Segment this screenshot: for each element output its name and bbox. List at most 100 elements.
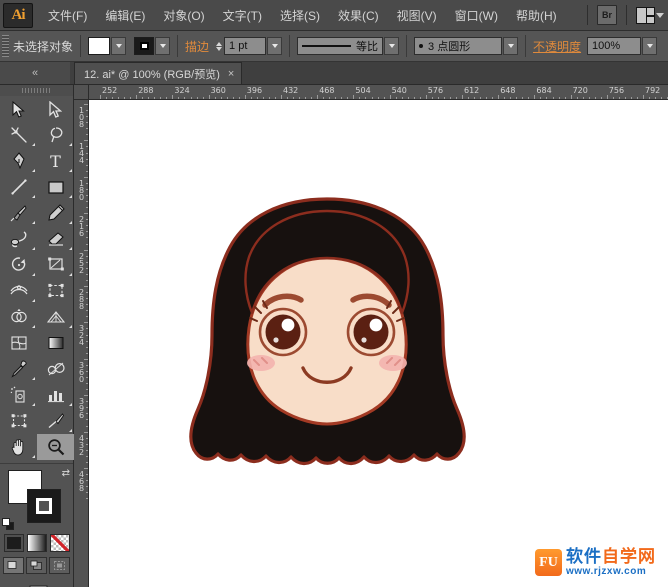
type-tool[interactable]: T (37, 148, 74, 174)
fill-color-swatch[interactable] (88, 37, 110, 55)
width-tool[interactable] (0, 278, 37, 304)
stroke-weight-dropdown-button[interactable] (267, 37, 282, 55)
ruler-minor-tick (227, 97, 228, 99)
brush-preview-icon (419, 44, 423, 48)
selection-tool[interactable] (0, 96, 37, 122)
brush-definition-dropdown-button[interactable] (503, 37, 518, 55)
fill-dropdown-button[interactable] (111, 37, 126, 55)
vertical-ruler[interactable]: 108144180216252288324360396432468 (74, 100, 89, 587)
bridge-button[interactable]: Br (597, 5, 617, 25)
gradient-mode-button[interactable] (27, 534, 47, 552)
menu-file[interactable]: 文件(F) (39, 3, 96, 28)
close-icon[interactable]: × (228, 68, 234, 80)
artwork-cartoon-girl-face[interactable] (177, 195, 477, 475)
none-mode-button[interactable] (50, 534, 70, 552)
stroke-profile-select[interactable]: 等比 (297, 37, 383, 55)
ruler-minor-tick (166, 97, 167, 99)
pencil-tool[interactable] (37, 200, 74, 226)
menu-object[interactable]: 对象(O) (154, 3, 213, 28)
panel-collapse-button[interactable]: « (0, 62, 70, 84)
tool-flyout-indicator (32, 169, 35, 172)
ruler-origin-corner[interactable] (74, 85, 89, 100)
menu-help[interactable]: 帮助(H) (507, 3, 566, 28)
stroke-color-swatch[interactable] (134, 37, 154, 55)
ruler-minor-tick (197, 97, 198, 99)
change-screen-mode-button[interactable] (22, 583, 52, 587)
ruler-minor-tick (86, 274, 88, 275)
perspective-grid-tool[interactable] (37, 304, 74, 330)
ruler-minor-tick (86, 438, 88, 439)
ruler-tick-label: 288 (138, 86, 153, 95)
ruler-minor-tick (86, 219, 88, 220)
menu-edit[interactable]: 编辑(E) (96, 3, 154, 28)
column-graph-tool[interactable] (37, 382, 74, 408)
ruler-minor-tick (142, 97, 143, 99)
draw-normal-button[interactable] (3, 557, 24, 574)
menu-select[interactable]: 选择(S) (271, 3, 329, 28)
tool-flyout-indicator (32, 143, 35, 146)
magic-wand-tool[interactable] (0, 122, 37, 148)
draw-behind-button[interactable] (26, 557, 47, 574)
blob-brush-tool[interactable] (0, 226, 37, 252)
opacity-label[interactable]: 不透明度 (533, 38, 581, 55)
lasso-tool[interactable] (37, 122, 74, 148)
opacity-input[interactable]: 100% (587, 37, 641, 55)
menu-view[interactable]: 视图(V) (388, 3, 446, 28)
workspace-switcher-button[interactable] (636, 7, 664, 24)
pen-tool[interactable] (0, 148, 37, 174)
eye-right-iris (354, 315, 389, 350)
menu-window[interactable]: 窗口(W) (446, 3, 507, 28)
ruler-minor-tick (305, 97, 306, 99)
stroke-proxy-swatch[interactable] (27, 489, 61, 523)
ruler-minor-tick (86, 195, 88, 196)
eraser-tool[interactable] (37, 226, 74, 252)
tools-panel-grip[interactable] (0, 85, 73, 96)
ruler-minor-tick (86, 347, 88, 348)
artboard-tool[interactable] (0, 408, 37, 434)
eye-left-highlight-small (273, 337, 278, 342)
zoom-tool[interactable] (37, 434, 74, 460)
stroke-dropdown-button[interactable] (155, 37, 170, 55)
document-canvas[interactable]: FU 软件自学网 www.rjzxw.com (89, 100, 668, 587)
document-tab[interactable]: 12. ai* @ 100% (RGB/预览) × (74, 62, 242, 84)
ruler-minor-tick (631, 97, 632, 99)
stroke-weight-input[interactable]: 1 pt (224, 37, 266, 55)
menu-effect[interactable]: 效果(C) (329, 3, 388, 28)
eyedropper-tool[interactable] (0, 356, 37, 382)
ruler-minor-tick (263, 97, 264, 99)
hand-tool[interactable] (0, 434, 37, 460)
stroke-profile-dropdown-button[interactable] (384, 37, 399, 55)
stroke-weight-stepper[interactable] (216, 42, 222, 51)
mesh-tool[interactable] (0, 330, 37, 356)
gradient-tool[interactable] (37, 330, 74, 356)
slice-tool[interactable] (37, 408, 74, 434)
ruler-tick-mark (84, 322, 88, 323)
default-fill-stroke-icon[interactable] (2, 518, 14, 530)
swap-fill-stroke-icon[interactable]: ⇄ (62, 468, 70, 479)
blend-tool[interactable] (37, 356, 74, 382)
free-transform-tool[interactable] (37, 278, 74, 304)
brush-definition-label: 3 点圆形 (428, 38, 470, 54)
control-bar-grip[interactable] (2, 35, 9, 57)
rectangle-tool[interactable] (37, 174, 74, 200)
rotate-tool[interactable] (0, 252, 37, 278)
chevron-down-icon (656, 13, 664, 18)
draw-inside-button[interactable] (49, 557, 70, 574)
ruler-minor-tick (86, 159, 88, 160)
ruler-minor-tick (86, 201, 88, 202)
brush-definition-select[interactable]: 3 点圆形 (414, 37, 502, 55)
ruler-minor-tick (359, 97, 360, 99)
symbol-sprayer-tool[interactable] (0, 382, 37, 408)
color-mode-button[interactable] (4, 534, 24, 552)
line-segment-tool[interactable] (0, 174, 37, 200)
menu-type[interactable]: 文字(T) (214, 3, 271, 28)
tool-flyout-indicator (32, 299, 35, 302)
ruler-minor-tick (86, 310, 88, 311)
scale-tool[interactable] (37, 252, 74, 278)
opacity-dropdown-button[interactable] (642, 37, 657, 55)
stroke-options-link[interactable]: 描边 (185, 38, 209, 55)
horizontal-ruler[interactable]: 2522883243603964324685045405766126486847… (74, 85, 668, 100)
paintbrush-tool[interactable] (0, 200, 37, 226)
shape-builder-tool[interactable] (0, 304, 37, 330)
direct-selection-tool[interactable] (37, 96, 74, 122)
